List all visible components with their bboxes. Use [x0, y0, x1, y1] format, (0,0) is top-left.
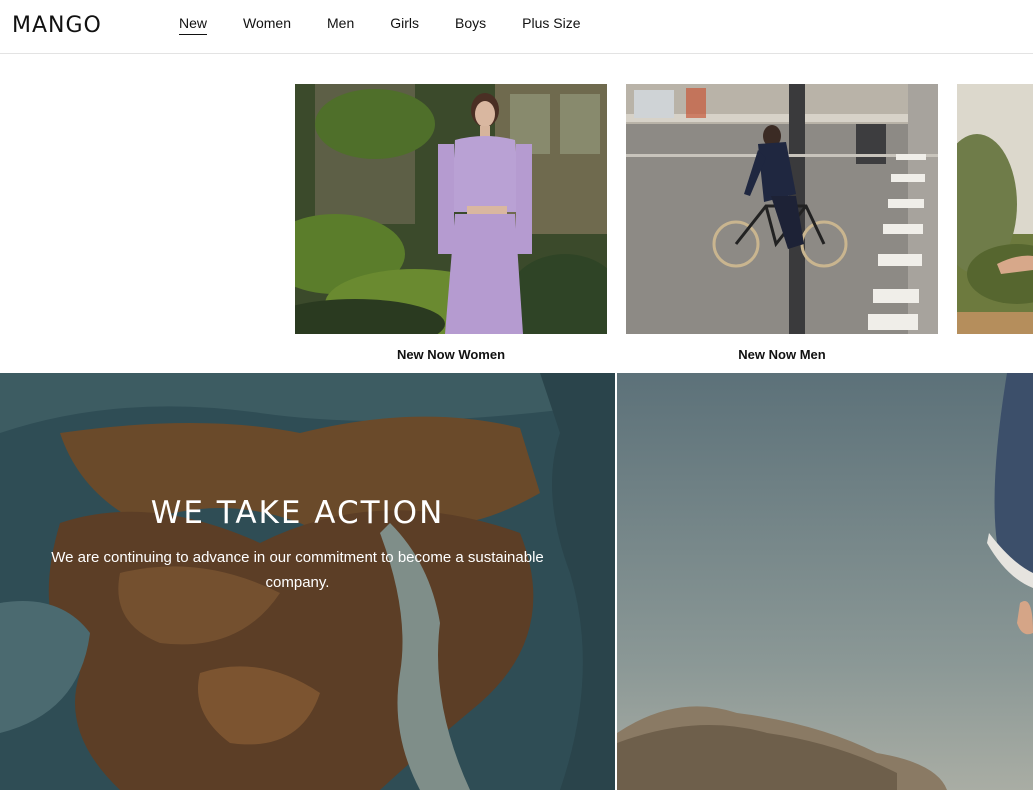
nav-item-new[interactable]: New: [179, 16, 208, 35]
nav-item-boys[interactable]: Boys: [455, 16, 486, 35]
nav-item-women[interactable]: Women: [243, 16, 291, 35]
site-header: MANGO New Women Men Girls Boys Plus Size: [0, 0, 1033, 54]
sky-dry-grass-photo: [617, 373, 1033, 790]
card-caption[interactable]: New Now Men: [626, 347, 938, 362]
hero-text-block: WE TAKE ACTION We are continuing to adva…: [0, 495, 595, 595]
hero-subtitle: We are continuing to advance in our comm…: [51, 549, 544, 591]
nav-item-plus-size[interactable]: Plus Size: [522, 16, 580, 35]
main-nav: New Women Men Girls Boys Plus Size: [179, 0, 617, 50]
card-partial[interactable]: [957, 84, 1033, 347]
nav-item-men[interactable]: Men: [327, 16, 354, 35]
card-new-now-men[interactable]: New Now Men: [626, 84, 938, 362]
hero-title: WE TAKE ACTION: [150, 495, 445, 531]
outdoor-trees-photo[interactable]: [957, 84, 1033, 334]
card-caption[interactable]: New Now Women: [295, 347, 607, 362]
new-now-carousel: New Now Women New Now Men: [0, 54, 1033, 372]
card-new-now-women[interactable]: New Now Women: [295, 84, 607, 362]
svg-text:MANGO: MANGO: [12, 13, 102, 36]
we-take-action-panel[interactable]: WE TAKE ACTION We are continuing to adva…: [0, 373, 615, 790]
mango-logo[interactable]: MANGO: [12, 12, 130, 36]
side-image-panel[interactable]: [617, 373, 1033, 790]
nav-item-girls[interactable]: Girls: [390, 16, 419, 35]
woman-lilac-knit-photo[interactable]: [295, 84, 607, 334]
man-cycling-photo[interactable]: [626, 84, 938, 334]
